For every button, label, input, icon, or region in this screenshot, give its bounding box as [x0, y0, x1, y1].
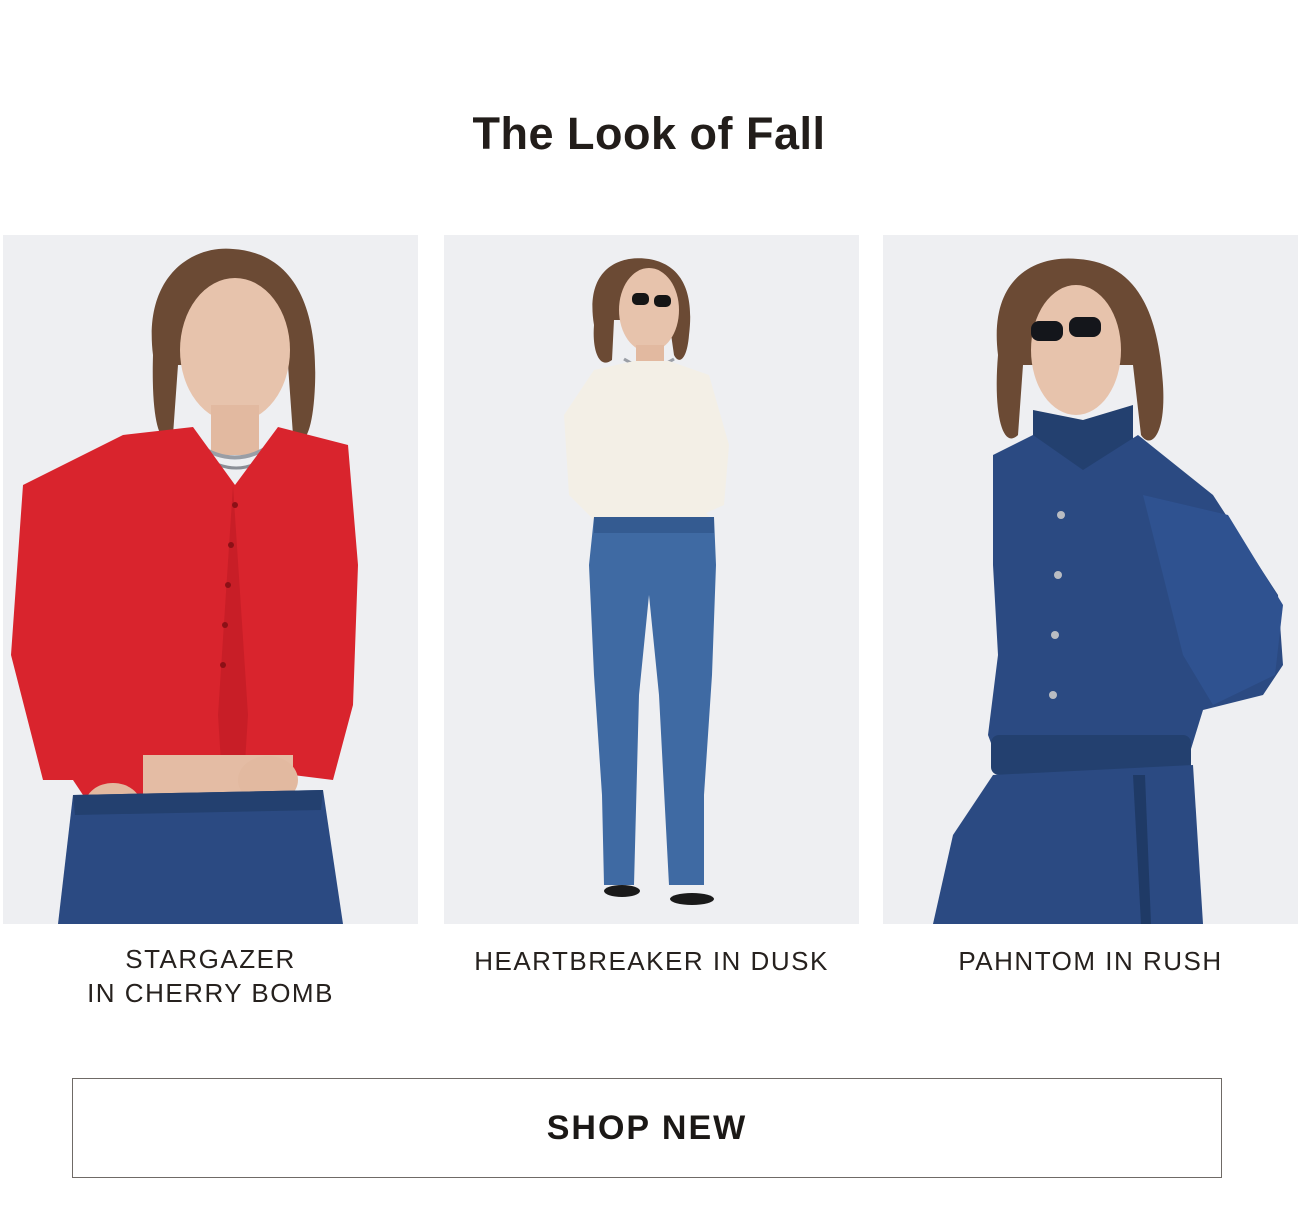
product-image-stargazer[interactable] [3, 235, 418, 924]
section-title: The Look of Fall [472, 108, 826, 159]
product-name-line2: IN CHERRY BOMB [87, 978, 334, 1008]
product-name-heartbreaker[interactable]: HEARTBREAKER IN DUSK [444, 944, 859, 978]
shop-new-button[interactable]: SHOP NEW [72, 1078, 1222, 1178]
product-image-pahntom[interactable] [883, 235, 1298, 924]
product-name-line1: HEARTBREAKER IN DUSK [474, 946, 829, 976]
model-red-cardigan-photo [3, 235, 418, 924]
product-name-line1: PAHNTOM IN RUSH [958, 946, 1223, 976]
product-image-heartbreaker[interactable] [444, 235, 859, 924]
shop-new-label: SHOP NEW [546, 1108, 748, 1147]
model-denim-jacket-photo [883, 235, 1298, 924]
product-name-line1: STARGAZER [125, 944, 296, 974]
product-name-stargazer[interactable]: STARGAZER IN CHERRY BOMB [3, 942, 418, 1010]
model-white-top-flare-jeans-photo [444, 235, 859, 924]
product-name-pahntom[interactable]: PAHNTOM IN RUSH [883, 944, 1298, 978]
